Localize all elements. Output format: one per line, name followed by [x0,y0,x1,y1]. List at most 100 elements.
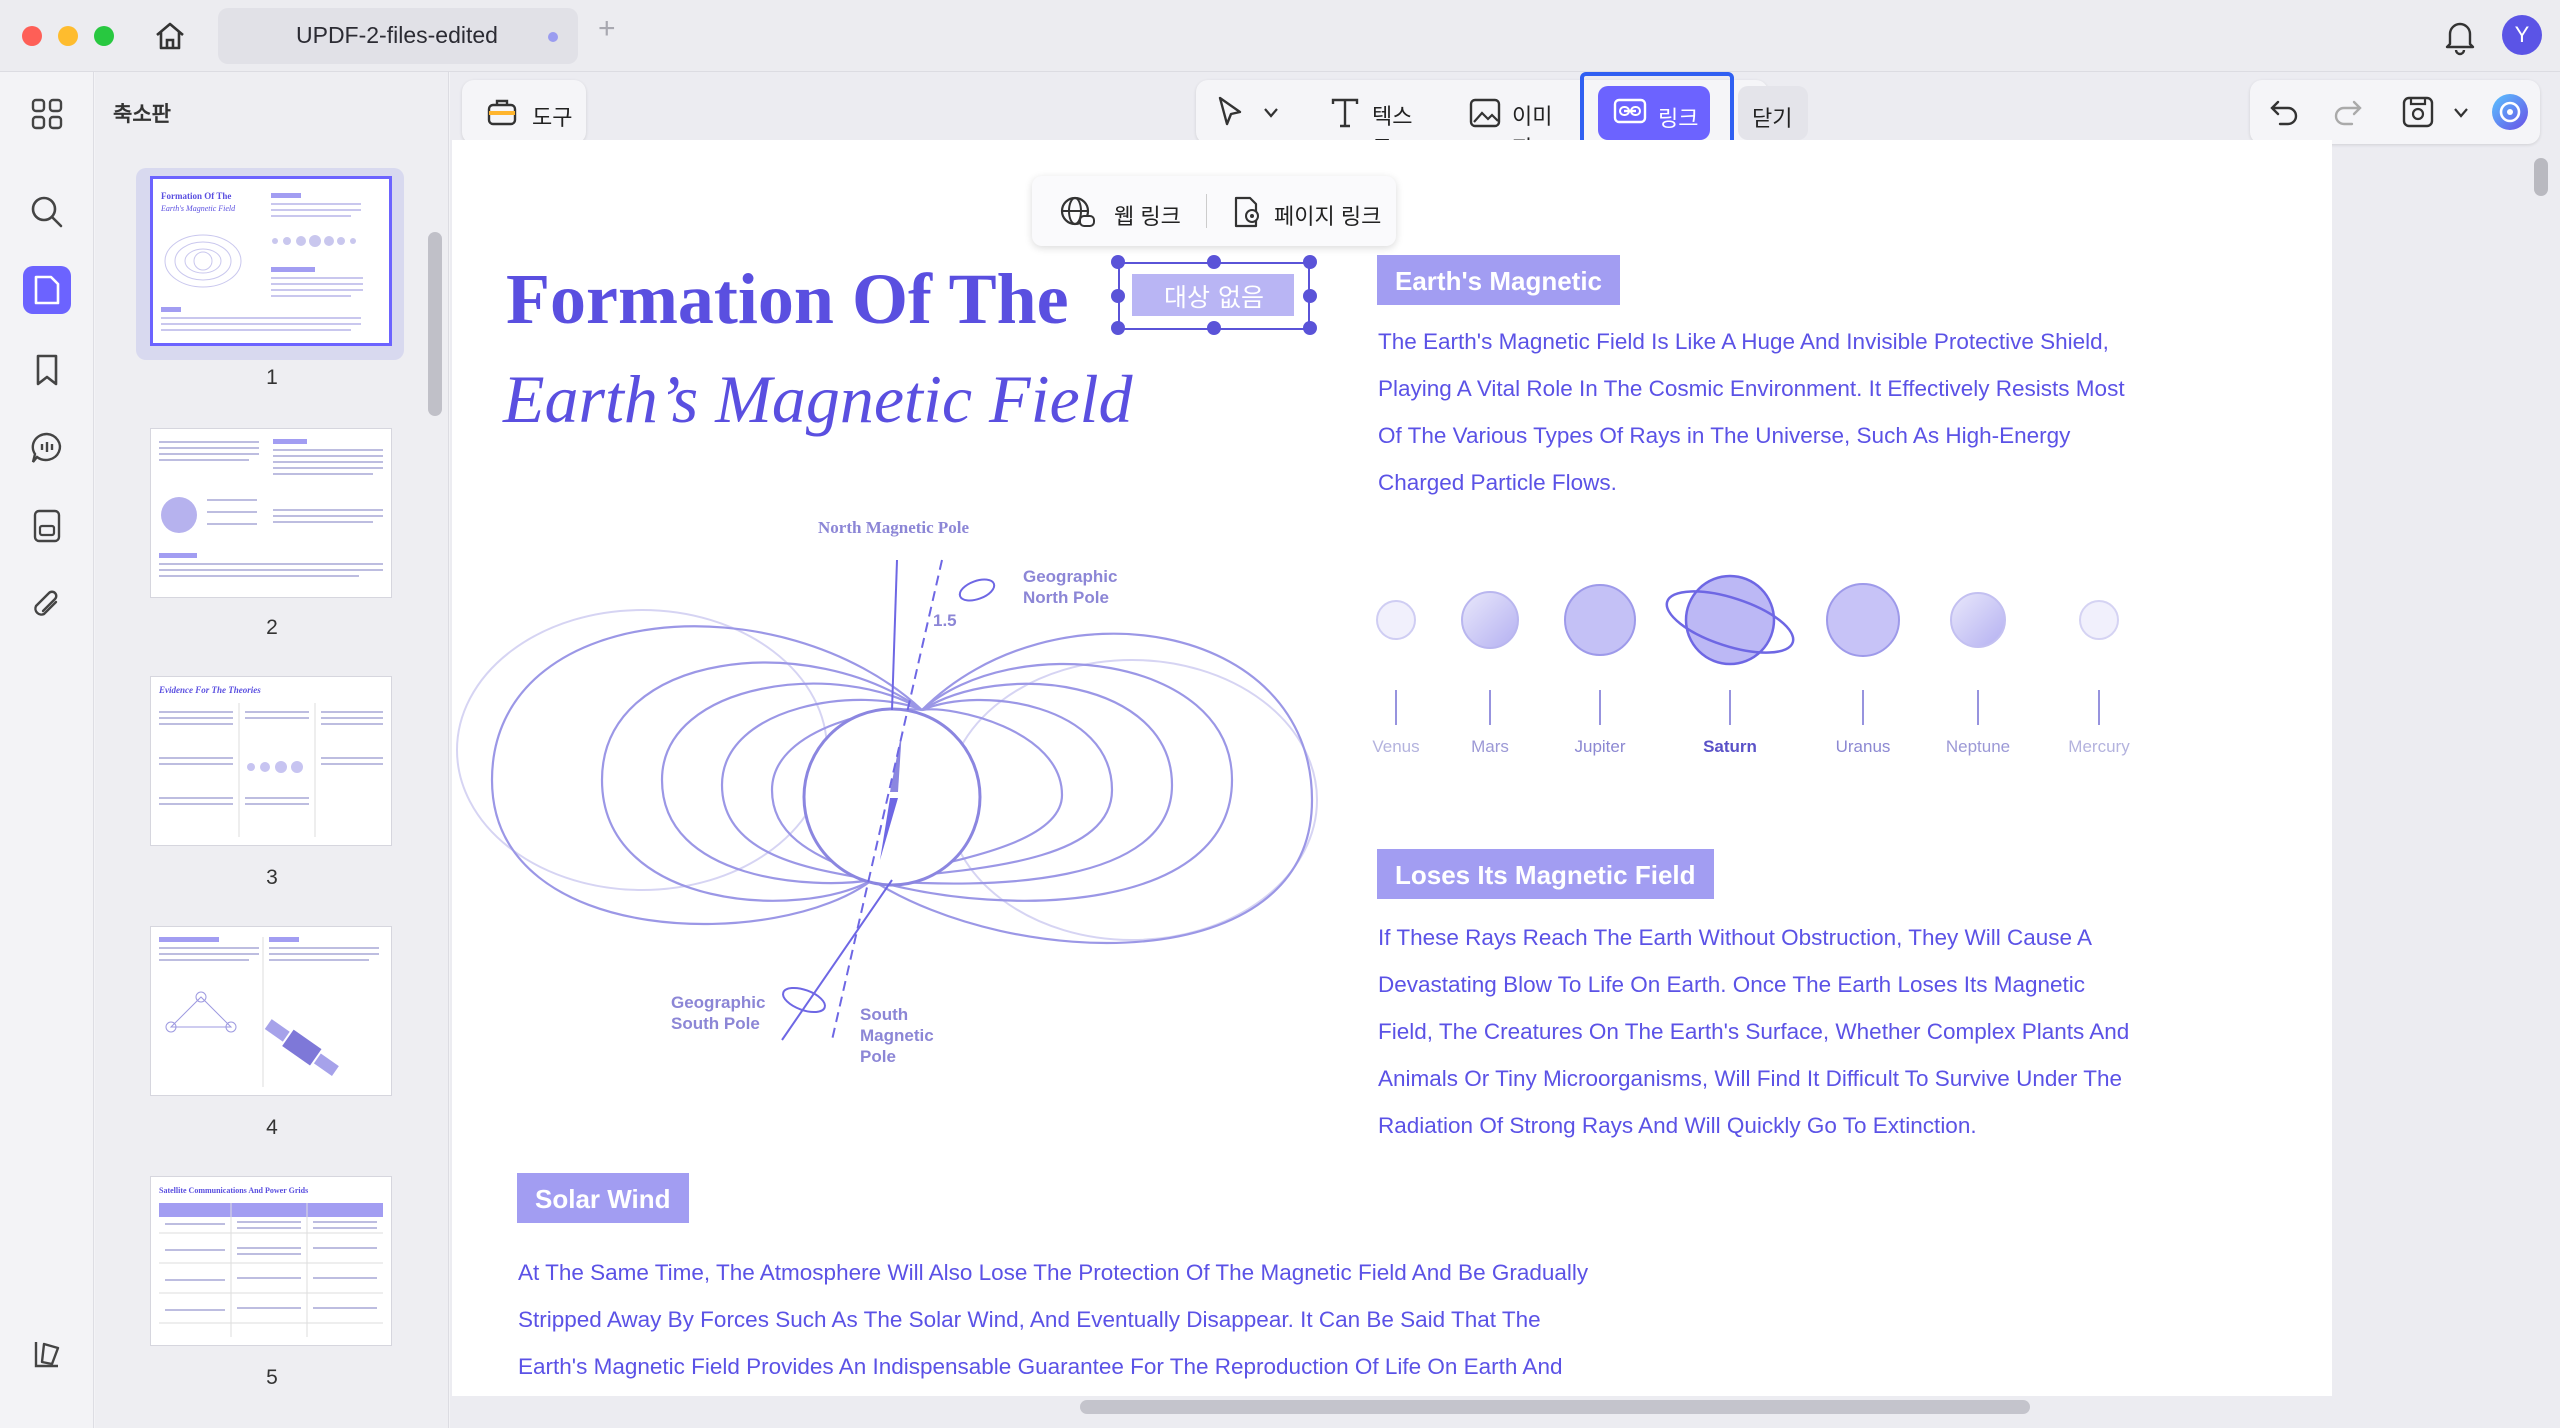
svg-text:Evidence For The Theories: Evidence For The Theories [158,685,261,695]
close-edit-button[interactable]: 닫기 [1738,86,1808,140]
tools-label: 도구 [532,105,573,130]
left-rail [0,72,94,1428]
page-thumbnail-2[interactable] [150,428,392,598]
resize-handle[interactable] [1111,255,1125,269]
geographic-north-pole-label: Geographic North Pole [1023,567,1118,607]
resize-handle[interactable] [1207,255,1221,269]
paperclip-icon [34,590,58,616]
paragraph-line: Field, The Creatures On The Earth's Surf… [1378,1019,2130,1044]
geographic-south-pole-label: Geographic South Pole [671,993,766,1033]
avatar[interactable]: Y [2502,15,2542,55]
page-thumbnail-1[interactable]: Formation Of The Earth's Magnetic Field [150,176,392,346]
tilt-angle-label: 1.5 [933,611,957,630]
planet-label-saturn: Saturn [1703,737,1757,756]
horizontal-scrollbar[interactable] [1080,1400,2030,1414]
comment-icon [31,432,62,463]
link-icon [1613,98,1647,124]
svg-text:Earth's Magnetic Field: Earth's Magnetic Field [160,204,236,213]
page-number-3: 3 [266,866,278,889]
page-link-button[interactable]: 페이지 링크 [1220,184,1390,238]
layers-icon [34,1342,60,1368]
link-annotation-box[interactable]: 대상 없음 [1118,262,1310,330]
paragraph-line: Charged Particle Flows. [1378,470,1617,495]
tools-button[interactable]: 도구 [462,80,586,144]
text-icon [1331,98,1359,128]
paragraph-line: Stripped Away By Forces Such As The Sola… [518,1307,1541,1332]
paragraph-line: Devastating Blow To Life On Earth. Once … [1378,972,2086,997]
close-window-button[interactable] [22,26,42,46]
redo-icon[interactable] [2330,94,2366,130]
svg-text:Satellite Communications And P: Satellite Communications And Power Grids [159,1186,308,1195]
organize-button[interactable] [23,502,71,550]
image-icon [1469,98,1501,128]
link-tool-label: 링크 [1658,106,1699,131]
link-target-text: 대상 없음 [1164,283,1264,312]
vertical-scrollbar[interactable] [2534,158,2548,196]
resize-handle[interactable] [1111,321,1125,335]
page-preview: Satellite Communications And Power Grids [159,1186,383,1337]
document-stack-icon [33,509,61,543]
page-preview: Formation Of The Earth's Magnetic Field [160,191,363,331]
image-tool-button[interactable]: 이미지 [1462,86,1572,161]
planet-label-mars: Mars [1471,737,1509,756]
paragraph-line: Radiation Of Strong Rays And Will Quickl… [1378,1113,1977,1138]
comments-button[interactable] [23,424,71,472]
resize-handle[interactable] [1303,289,1317,303]
undo-icon[interactable] [2266,94,2302,130]
thumbnail-scrollbar[interactable] [428,232,442,416]
page-number-1: 1 [266,366,278,389]
thumbnails-button[interactable] [23,266,71,314]
bookmarks-button[interactable] [23,346,71,394]
apps-button[interactable] [23,90,71,138]
search-button[interactable] [23,188,71,236]
document-tab[interactable]: UPDF-2-files-edited [218,8,578,64]
resize-handle[interactable] [1111,289,1125,303]
popup-divider [1206,194,1207,228]
chevron-down-icon[interactable] [2452,106,2470,120]
bell-icon[interactable] [2442,16,2478,56]
section-heading-loses-magnetic-field: Loses Its Magnetic Field [1377,849,1714,899]
unsaved-dot [548,32,558,42]
home-icon[interactable] [152,18,188,54]
globe-link-icon [1060,196,1095,227]
resize-handle[interactable] [1303,321,1317,335]
planet-label-venus: Venus [1372,737,1420,756]
planet-label-neptune: Neptune [1945,737,2011,756]
planet-label-jupiter: Jupiter [1574,737,1626,756]
resize-handle[interactable] [1303,255,1317,269]
page-number-5: 5 [266,1366,278,1389]
save-icon[interactable] [2400,94,2436,130]
search-icon [31,196,63,228]
web-link-button[interactable]: 웹 링크 [1042,184,1202,238]
page-preview [159,937,379,1087]
chevron-down-icon[interactable] [1262,106,1280,120]
paragraph-line: The Earth's Magnetic Field Is Like A Hug… [1378,329,2109,354]
layers-button[interactable] [23,1330,71,1378]
page-thumbnail-5[interactable]: Satellite Communications And Power Grids [150,1176,392,1346]
page-thumbnail-4[interactable] [150,926,392,1096]
section-paragraph: The Earth's Magnetic Field Is Like A Hug… [1378,318,2198,506]
paragraph-line: Earth's Magnetic Field Provides An Indis… [518,1354,1563,1379]
text-tool-button[interactable]: 텍스트 [1322,86,1432,161]
thumbnail-panel: 축소판 Formation Of The Earth's Magnetic Fi… [95,72,449,1428]
page-title-line1: Formation Of The [506,259,1069,339]
south-magnetic-pole-label: South Magnetic Pole [860,1005,934,1066]
minimize-window-button[interactable] [58,26,78,46]
link-tool-button[interactable]: 링크 [1598,86,1710,140]
page-thumbnail-3[interactable]: Evidence For The Theories [150,676,392,846]
maximize-window-button[interactable] [94,26,114,46]
attachments-button[interactable] [23,580,71,628]
thumbnail-panel-title: 축소판 [113,103,171,126]
toolbox-icon [487,99,517,126]
planet-label-uranus: Uranus [1835,737,1891,756]
pointer-icon[interactable] [1212,94,1248,130]
paragraph-line: Of The Various Types Of Rays in The Univ… [1378,423,2071,448]
ai-assistant-icon[interactable] [2490,92,2530,132]
resize-handle[interactable] [1207,321,1221,335]
svg-text:Formation Of The: Formation Of The [161,191,231,201]
section-heading-solar-wind: Solar Wind [517,1173,689,1223]
close-edit-label: 닫기 [1752,106,1793,131]
new-tab-button[interactable]: + [598,12,616,46]
tab-title: UPDF-2-files-edited [296,22,498,48]
page-title-line2: Earth’s Magnetic Field [503,361,1133,437]
